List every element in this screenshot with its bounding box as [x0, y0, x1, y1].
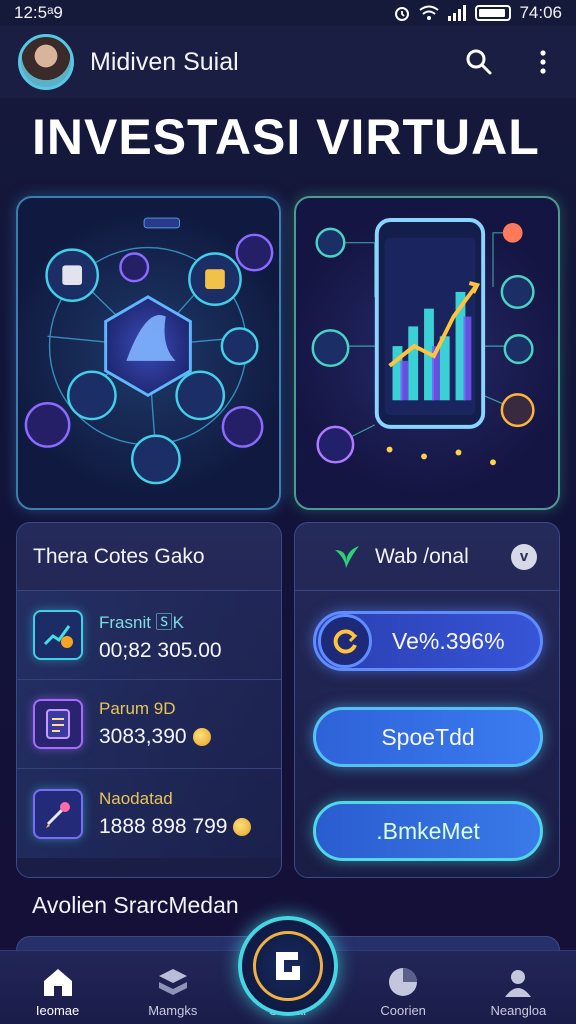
status-time: 12:5ᵃ9 [14, 3, 63, 22]
home-icon [41, 965, 75, 999]
list-item[interactable]: Parum 9D 3083,390 [17, 680, 281, 769]
asset-list-heading: Thera Cotes Gako [17, 523, 281, 591]
market-button[interactable]: .BmkeMet [313, 801, 543, 861]
avatar[interactable] [18, 34, 74, 90]
actions-panel: Wab /onal v Ve%.396% SpoeTdd .BmkeMet [294, 522, 560, 878]
chevron-down-icon[interactable]: v [511, 543, 537, 570]
signal-icon [448, 5, 467, 21]
more-vertical-icon [540, 50, 546, 74]
status-bar: 12:5ᵃ9 74:06 [0, 0, 576, 26]
list-item[interactable]: Frasnit 🅂K 00;82 305.00 [17, 591, 281, 680]
wifi-icon [419, 5, 440, 20]
actions-heading-label: Wab /onal [375, 544, 469, 568]
asset-value: 1888 898 799 [99, 814, 228, 838]
app-title: Midiven Suial [90, 47, 239, 76]
asset-value: 3083,390 [99, 725, 187, 748]
app-bar: Midiven Suial [0, 26, 576, 98]
status-icons: 74:06 [393, 3, 562, 23]
return-rate-label: Ve%.396% [392, 627, 505, 654]
search-icon [466, 49, 492, 75]
search-button[interactable] [464, 47, 494, 77]
more-options-button[interactable] [528, 47, 558, 77]
return-rate-button[interactable]: Ve%.396% [313, 611, 543, 671]
battery-icon [475, 5, 512, 21]
coin-icon [233, 817, 252, 836]
network-illustration-card[interactable] [16, 196, 281, 510]
alarm-icon [395, 7, 410, 21]
phone-chart-illustration [311, 218, 535, 466]
profile-icon [501, 965, 535, 999]
page-title: INVESTASI VIRTUAL [32, 109, 540, 165]
nav-label: Mamgks [148, 1003, 198, 1018]
network-illustration [24, 217, 274, 485]
coin-icon [192, 728, 211, 746]
asset-name: Parum 9D [99, 699, 176, 718]
status-clock: 74:06 [519, 3, 562, 22]
nav-item-portfolio[interactable]: Coorien [355, 965, 451, 1018]
secondary-action-button[interactable]: SpoeTdd [313, 707, 543, 767]
actions-heading: Wab /onal v [295, 523, 559, 591]
chart-spark-icon [33, 610, 83, 660]
nav-item-profile[interactable]: Neangloa [470, 965, 566, 1018]
layers-icon [156, 965, 190, 999]
asset-name: Frasnit 🅂K [99, 612, 185, 632]
nav-item-markets[interactable]: Mamgks [125, 965, 221, 1018]
list-item[interactable]: Naodatad 1888 898 799 [17, 769, 281, 858]
section-title: Avolien SrarcMedan [32, 892, 239, 918]
refresh-icon [318, 614, 372, 668]
nav-label: Coorien [380, 1003, 426, 1018]
document-icon [33, 699, 83, 749]
pie-icon [386, 965, 420, 999]
plant-icon [335, 545, 359, 568]
asset-value: 00;82 305.00 [99, 638, 222, 662]
rocket-icon [33, 788, 83, 839]
center-g-icon [253, 931, 323, 1001]
asset-list-panel: Thera Cotes Gako Frasnit 🅂K 00;82 305.00… [16, 522, 282, 878]
asset-name: Naodatad [99, 788, 173, 808]
nav-label: Neangloa [490, 1003, 547, 1018]
phone-chart-illustration-card[interactable] [294, 196, 560, 510]
nav-label: Ieomae [35, 1003, 80, 1018]
nav-item-home[interactable]: Ieomae [10, 965, 106, 1018]
center-action-button[interactable] [238, 916, 338, 1016]
